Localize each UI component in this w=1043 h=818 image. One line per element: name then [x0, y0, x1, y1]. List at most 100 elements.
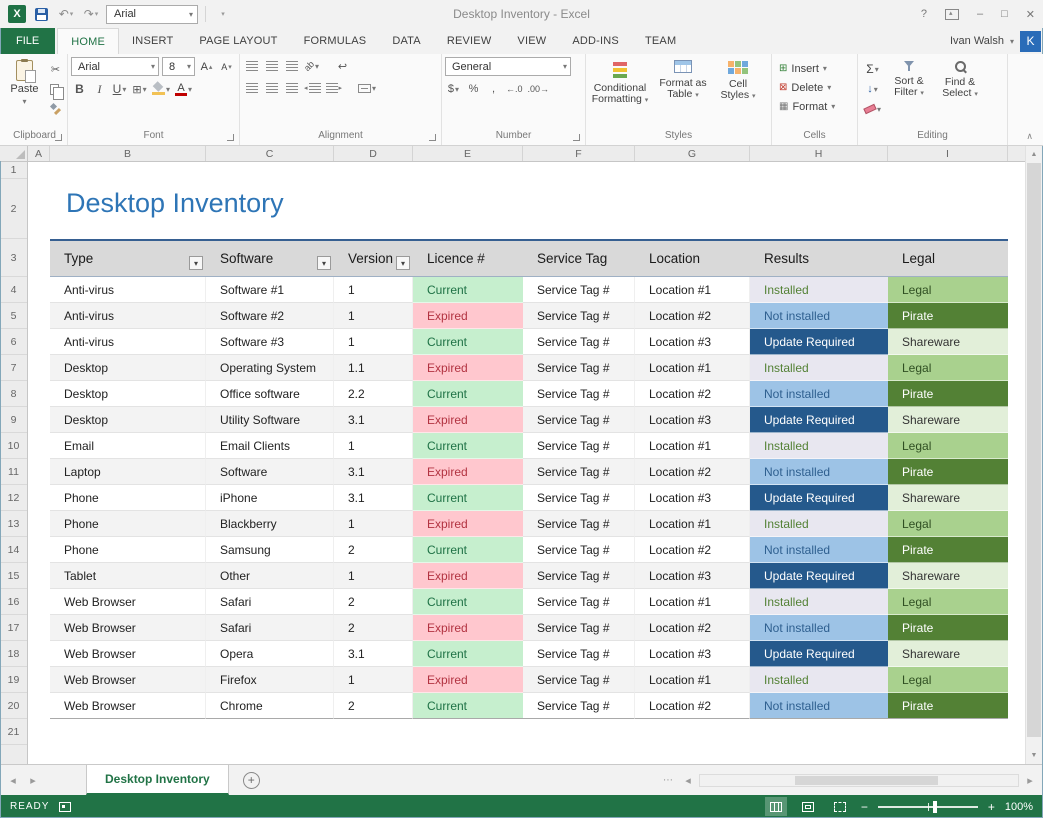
borders-button[interactable]: ⊞▾ [131, 80, 148, 98]
cell-results[interactable]: Update Required [750, 407, 888, 433]
tab-file[interactable]: FILE [0, 28, 55, 54]
cell-version[interactable]: 3.1 [334, 407, 413, 433]
cell-software[interactable]: Samsung [206, 537, 334, 563]
cell-location[interactable]: Location #3 [635, 563, 750, 589]
cell[interactable] [28, 303, 50, 329]
cell-service-tag[interactable]: Service Tag # [523, 563, 635, 589]
cell-software[interactable]: Blackberry [206, 511, 334, 537]
cell-version[interactable]: 1.1 [334, 355, 413, 381]
column-header-f[interactable]: F [523, 146, 635, 161]
tab-team[interactable]: TEAM [632, 28, 689, 54]
column-header-b[interactable]: B [50, 146, 206, 161]
align-bottom-button[interactable] [283, 57, 300, 75]
format-painter-button[interactable] [47, 100, 64, 118]
cell-software[interactable]: Safari [206, 615, 334, 641]
cell[interactable] [750, 162, 888, 179]
font-dialog-launcher[interactable] [227, 134, 234, 141]
header-version[interactable]: Version▾ [334, 239, 413, 277]
cell-type[interactable]: Web Browser [50, 615, 206, 641]
align-right-button[interactable] [283, 79, 300, 97]
cell-type[interactable]: Desktop [50, 355, 206, 381]
cell-legal[interactable]: Pirate [888, 537, 1008, 563]
delete-cells-button[interactable]: ⊠Delete▾ [775, 78, 854, 97]
row-header-11[interactable]: 11 [0, 459, 27, 485]
cell[interactable] [635, 179, 750, 239]
cell-location[interactable]: Location #3 [635, 329, 750, 355]
cell[interactable] [28, 239, 50, 277]
cell[interactable] [28, 537, 50, 563]
cell[interactable] [888, 719, 1008, 745]
hscroll-right-button[interactable]: ▸ [1021, 765, 1039, 795]
page-break-view-button[interactable] [829, 797, 851, 816]
cell-version[interactable]: 3.1 [334, 485, 413, 511]
cell[interactable] [750, 719, 888, 745]
cell-results[interactable]: Installed [750, 433, 888, 459]
cell-type[interactable]: Phone [50, 511, 206, 537]
decrease-decimal-button[interactable]: .00→ [527, 80, 551, 98]
cell[interactable] [206, 162, 334, 179]
cell-licence[interactable]: Current [413, 381, 523, 407]
minimize-button[interactable]: – [977, 8, 983, 20]
maximize-button[interactable]: □ [1001, 8, 1008, 20]
align-center-button[interactable] [263, 79, 280, 97]
row-header-17[interactable]: 17 [0, 615, 27, 641]
cell-type[interactable]: Web Browser [50, 693, 206, 719]
header-service-tag[interactable]: Service Tag [523, 239, 635, 277]
ribbon-display-options-button[interactable] [945, 9, 959, 20]
column-header-i[interactable]: I [888, 146, 1008, 161]
cell[interactable] [334, 719, 413, 745]
cell-licence[interactable]: Current [413, 433, 523, 459]
cell-service-tag[interactable]: Service Tag # [523, 433, 635, 459]
cell[interactable] [750, 179, 888, 239]
underline-button[interactable]: U▾ [111, 80, 128, 98]
redo-button[interactable]: ↷▾ [81, 4, 101, 24]
cell[interactable] [635, 162, 750, 179]
cell[interactable] [28, 693, 50, 719]
cell[interactable] [635, 719, 750, 745]
row-header-4[interactable]: 4 [0, 277, 27, 303]
header-software[interactable]: Software▾ [206, 239, 334, 277]
cell[interactable] [334, 162, 413, 179]
header-licence[interactable]: Licence # [413, 239, 523, 277]
wrap-text-button[interactable]: ↩ [334, 57, 351, 75]
cell-software[interactable]: Operating System [206, 355, 334, 381]
cell[interactable] [28, 381, 50, 407]
cell-software[interactable]: Other [206, 563, 334, 589]
cell[interactable] [50, 162, 206, 179]
cell-location[interactable]: Location #2 [635, 381, 750, 407]
cell[interactable] [888, 179, 1008, 239]
cell[interactable] [523, 179, 635, 239]
cell-service-tag[interactable]: Service Tag # [523, 693, 635, 719]
scroll-down-button[interactable]: ▼ [1026, 747, 1042, 764]
column-header-c[interactable]: C [206, 146, 334, 161]
header-type[interactable]: Type▾ [50, 239, 206, 277]
cell-legal[interactable]: Pirate [888, 381, 1008, 407]
row-header-15[interactable]: 15 [0, 563, 27, 589]
cell-version[interactable]: 3.1 [334, 641, 413, 667]
cell-results[interactable]: Not installed [750, 459, 888, 485]
cell-legal[interactable]: Shareware [888, 407, 1008, 433]
cell-results[interactable]: Installed [750, 277, 888, 303]
cell-licence[interactable]: Expired [413, 355, 523, 381]
cell-version[interactable]: 2.2 [334, 381, 413, 407]
cell-type[interactable]: Web Browser [50, 589, 206, 615]
cell-licence[interactable]: Current [413, 277, 523, 303]
cell-software[interactable]: Safari [206, 589, 334, 615]
row-header-6[interactable]: 6 [0, 329, 27, 355]
cell[interactable] [50, 719, 206, 745]
cell[interactable] [28, 433, 50, 459]
cell[interactable] [334, 179, 413, 239]
cell-software[interactable]: Utility Software [206, 407, 334, 433]
cell[interactable] [413, 719, 523, 745]
copy-button[interactable] [47, 80, 64, 98]
cell-location[interactable]: Location #1 [635, 277, 750, 303]
filter-button-software[interactable]: ▾ [317, 256, 331, 270]
cell-version[interactable]: 2 [334, 615, 413, 641]
cell-service-tag[interactable]: Service Tag # [523, 511, 635, 537]
cell[interactable] [28, 485, 50, 511]
cell-type[interactable]: Anti-virus [50, 329, 206, 355]
number-format-select[interactable]: General▾ [445, 57, 571, 76]
cell-type[interactable]: Tablet [50, 563, 206, 589]
cell[interactable] [28, 162, 50, 179]
header-results[interactable]: Results [750, 239, 888, 277]
